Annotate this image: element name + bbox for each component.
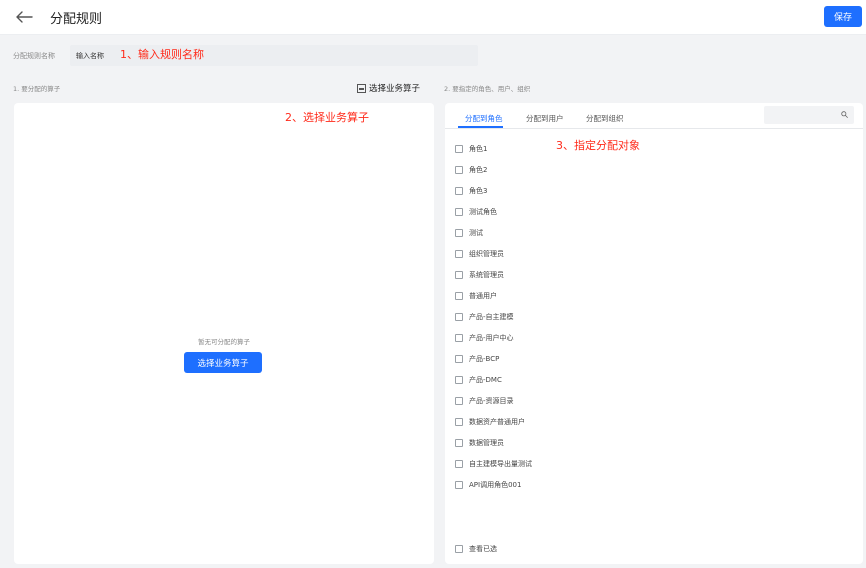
select-operator-link[interactable]: 选择业务算子 xyxy=(357,82,420,94)
role-label: 测试角色 xyxy=(469,208,497,216)
annotation-step1: 1、输入规则名称 xyxy=(120,48,204,61)
role-list-item[interactable]: 产品-BCP xyxy=(455,353,499,365)
role-list-item[interactable]: 测试 xyxy=(455,227,483,239)
role-label: 角色1 xyxy=(469,145,488,153)
save-button[interactable]: 保存 xyxy=(824,6,862,27)
rule-name-row: 分配规则名称 输入名称 xyxy=(13,45,478,67)
role-label: 数据资产普通用户 xyxy=(469,418,525,426)
target-tabs: 分配到角色 分配到用户 分配到组织 xyxy=(445,103,863,129)
role-list-item[interactable]: 测试角色 xyxy=(455,206,497,218)
checkbox[interactable] xyxy=(455,292,463,300)
role-label: 普通用户 xyxy=(469,292,497,300)
empty-state-text: 暂无可分配的算子 xyxy=(198,338,250,346)
targets-section-label: 2. 要指定的角色、用户、组织 xyxy=(444,85,531,93)
tab-assign-to-user[interactable]: 分配到用户 xyxy=(526,113,564,124)
top-bar: 分配规则 保存 xyxy=(0,0,866,35)
role-label: 角色3 xyxy=(469,187,488,195)
role-list-item[interactable]: 角色2 xyxy=(455,164,487,176)
role-label: 产品-BCP xyxy=(469,355,500,363)
role-label: 产品-资源目录 xyxy=(469,397,514,405)
checkbox[interactable] xyxy=(455,355,463,363)
targets-panel: 分配到角色 分配到用户 分配到组织 角色1 角色2 角色3 测试角色测试组织管理员系统… xyxy=(445,103,863,564)
checkbox[interactable] xyxy=(455,418,463,426)
checkbox[interactable] xyxy=(455,229,463,237)
checkbox[interactable] xyxy=(455,376,463,384)
role-label: API调用角色001 xyxy=(469,481,522,489)
checkbox[interactable] xyxy=(455,439,463,447)
search-icon xyxy=(841,111,848,118)
role-list-item[interactable]: 普通用户 xyxy=(455,290,497,302)
role-list-item[interactable]: 数据管理员 xyxy=(455,437,504,449)
annotation-step2: 2、选择业务算子 xyxy=(285,111,369,124)
view-selected-label: 查看已选 xyxy=(469,545,497,553)
checkbox[interactable] xyxy=(455,187,463,195)
role-list-item[interactable]: 产品-资源目录 xyxy=(455,395,514,407)
checkbox[interactable] xyxy=(455,545,463,553)
role-label: 测试 xyxy=(469,229,483,237)
role-list-item[interactable]: 产品-DMC xyxy=(455,374,502,386)
checkbox[interactable] xyxy=(455,397,463,405)
active-tab-indicator xyxy=(458,126,503,128)
role-list-item[interactable]: 自主建模导出量测试 xyxy=(455,458,532,470)
back-arrow-icon[interactable] xyxy=(14,9,34,25)
role-list-item[interactable]: 数据资产普通用户 xyxy=(455,416,525,428)
checkbox[interactable] xyxy=(455,250,463,258)
role-list-item[interactable]: 产品-自主建模 xyxy=(455,311,514,323)
checkbox[interactable] xyxy=(455,313,463,321)
view-selected-checkbox[interactable]: 查看已选 xyxy=(455,543,497,555)
tab-assign-to-org[interactable]: 分配到组织 xyxy=(586,113,624,124)
role-label: 组织管理员 xyxy=(469,250,504,258)
annotation-step3: 3、指定分配对象 xyxy=(556,139,640,152)
select-operator-link-label: 选择业务算子 xyxy=(369,84,421,94)
role-label: 系统管理员 xyxy=(469,271,504,279)
checkbox[interactable] xyxy=(455,334,463,342)
role-label: 产品-用户中心 xyxy=(469,334,514,342)
role-label: 数据管理员 xyxy=(469,439,504,447)
role-list-item[interactable]: 组织管理员 xyxy=(455,248,504,260)
operators-panel: 暂无可分配的算子 选择业务算子 xyxy=(14,103,434,564)
checkbox[interactable] xyxy=(455,460,463,468)
checkbox[interactable] xyxy=(455,208,463,216)
search-input[interactable] xyxy=(764,106,854,124)
role-list-item[interactable]: 系统管理员 xyxy=(455,269,504,281)
rule-name-value: 输入名称 xyxy=(76,52,104,60)
checkbox[interactable] xyxy=(455,166,463,174)
role-label: 角色2 xyxy=(469,166,488,174)
add-operator-icon xyxy=(357,83,366,93)
role-list-item[interactable]: 角色3 xyxy=(455,185,487,197)
role-list-item[interactable]: 产品-用户中心 xyxy=(455,332,514,344)
role-label: 产品-DMC xyxy=(469,376,502,384)
operators-section-label: 1. 要分配的算子 xyxy=(13,85,61,93)
checkbox[interactable] xyxy=(455,145,463,153)
role-list-item[interactable]: API调用角色001 xyxy=(455,479,521,491)
select-operator-button[interactable]: 选择业务算子 xyxy=(184,352,262,373)
page-title: 分配规则 xyxy=(50,12,103,27)
tab-assign-to-role[interactable]: 分配到角色 xyxy=(465,113,503,124)
role-list-item[interactable]: 角色1 xyxy=(455,143,487,155)
checkbox[interactable] xyxy=(455,481,463,489)
role-label: 产品-自主建模 xyxy=(469,313,514,321)
role-label: 自主建模导出量测试 xyxy=(469,460,532,468)
rule-name-label: 分配规则名称 xyxy=(13,52,55,60)
checkbox[interactable] xyxy=(455,271,463,279)
